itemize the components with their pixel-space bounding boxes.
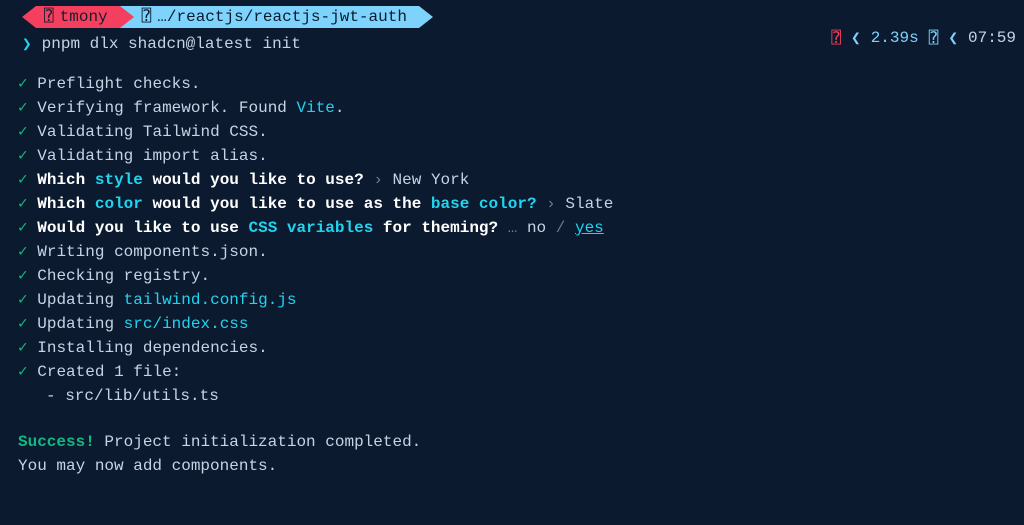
check-icon: ✓ (18, 147, 28, 165)
output-text: Installing dependencies. (37, 339, 267, 357)
status-icon-1: ⍰ (831, 28, 841, 48)
status-icon-2: ⍰ (929, 28, 939, 48)
check-icon: ✓ (18, 75, 28, 93)
command-text: pnpm dlx shadcn@latest init (42, 35, 301, 53)
check-icon: ✓ (18, 171, 28, 189)
prompt-path: …/reactjs/reactjs-jwt-auth (157, 6, 407, 28)
check-icon: ✓ (18, 315, 28, 333)
file-name: src/index.css (124, 315, 249, 333)
check-icon: ✓ (18, 219, 28, 237)
output-text: Created 1 file: (37, 363, 181, 381)
user-icon: ⍰ (44, 6, 54, 28)
check-icon: ✓ (18, 363, 28, 381)
terminal-output: ✓ Preflight checks. ✓ Verifying framewor… (0, 72, 1024, 478)
prompt-keyword: style (95, 171, 143, 189)
prompt-question: Which (37, 195, 95, 213)
output-text: Validating Tailwind CSS. (37, 123, 267, 141)
prompt-chevron-left (22, 6, 36, 28)
prompt-user-segment: ⍰ tmony (36, 6, 120, 28)
prompt-option-no[interactable]: no (527, 219, 546, 237)
status-chev-2: ❮ (948, 28, 958, 48)
check-icon: ✓ (18, 123, 28, 141)
output-text: Checking registry. (37, 267, 210, 285)
prompt-user: tmony (60, 6, 108, 28)
prompt-keyword: color (95, 195, 143, 213)
check-icon: ✓ (18, 243, 28, 261)
prompt-answer: Slate (565, 195, 613, 213)
status-chev-1: ❮ (851, 28, 861, 48)
success-label: Success! (18, 433, 95, 451)
hint-message: You may now add components. (18, 457, 277, 475)
prompt-question: Would you like to use (37, 219, 248, 237)
file-list-item: - src/lib/utils.ts (46, 387, 219, 405)
output-text: Updating (37, 315, 123, 333)
right-status: ⍰ ❮ 2.39s ⍰ ❮ 07:59 (831, 28, 1016, 48)
folder-icon: ⍰ (142, 6, 152, 28)
prompt-question: Which (37, 171, 95, 189)
file-name: tailwind.config.js (124, 291, 297, 309)
prompt-answer: New York (393, 171, 470, 189)
output-text: Validating import alias. (37, 147, 267, 165)
prompt-symbol: ❯ (22, 34, 32, 54)
prompt-line: ⍰ tmony ⍰ …/reactjs/reactjs-jwt-auth (0, 6, 1024, 28)
check-icon: ✓ (18, 195, 28, 213)
status-time: 07:59 (968, 29, 1016, 47)
prompt-chevron-end (419, 6, 433, 28)
prompt-chevron-mid (120, 6, 134, 28)
output-text: Preflight checks. (37, 75, 200, 93)
framework-name: Vite (297, 99, 335, 117)
output-text: Writing components.json. (37, 243, 267, 261)
status-duration: 2.39s (871, 29, 919, 47)
output-text: Updating (37, 291, 123, 309)
check-icon: ✓ (18, 99, 28, 117)
output-text: Verifying framework. Found (37, 99, 296, 117)
prompt-path-segment: ⍰ …/reactjs/reactjs-jwt-auth (134, 6, 419, 28)
check-icon: ✓ (18, 339, 28, 357)
prompt-option-yes[interactable]: yes (575, 219, 604, 237)
check-icon: ✓ (18, 267, 28, 285)
check-icon: ✓ (18, 291, 28, 309)
prompt-keyword: CSS variables (248, 219, 373, 237)
success-message: Project initialization completed. (104, 433, 421, 451)
